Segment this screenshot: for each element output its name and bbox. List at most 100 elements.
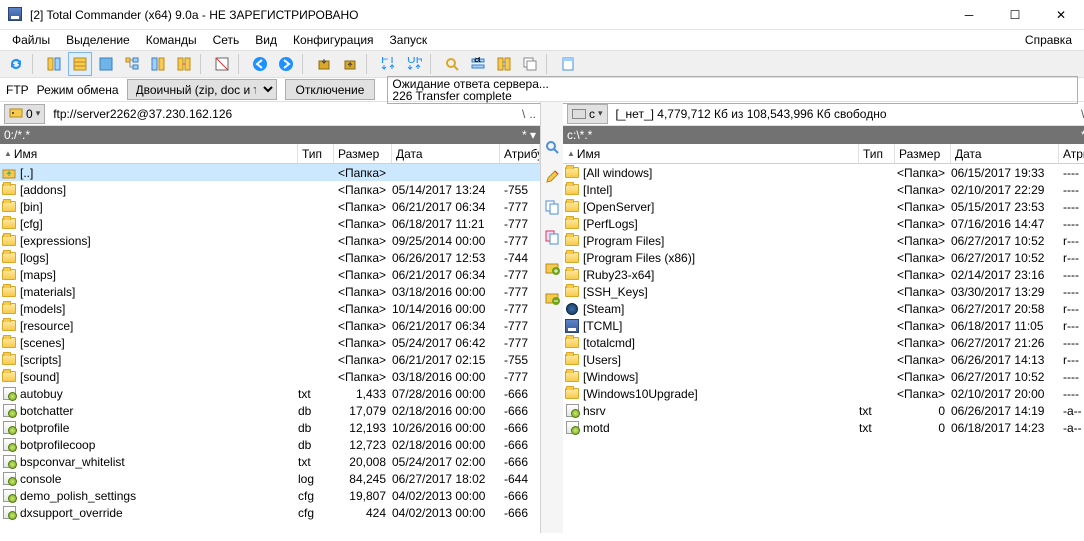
right-path-bar[interactable]: c:\*.* * ▾ (563, 126, 1084, 144)
table-row[interactable]: dxsupport_overridecfg42404/02/2013 00:00… (0, 504, 540, 521)
table-row[interactable]: [..]<Папка> (0, 164, 540, 181)
header-name[interactable]: Имя (563, 144, 859, 163)
svg-text:FTP: FTP (381, 57, 396, 66)
multirename-icon[interactable]: a (466, 52, 490, 76)
table-row[interactable]: [maps]<Папка>06/21/2017 06:34-777 (0, 266, 540, 283)
new-folder-icon[interactable] (541, 256, 563, 278)
table-row[interactable]: [scripts]<Папка>06/21/2017 02:15-755 (0, 351, 540, 368)
forward-icon[interactable] (274, 52, 298, 76)
table-row[interactable]: botprofilecoopdb12,72302/18/2016 00:00-6… (0, 436, 540, 453)
ftp-new-icon[interactable]: URL (402, 52, 426, 76)
table-row[interactable]: [TCML]<Папка>06/18/2017 11:05r--- (563, 317, 1084, 334)
tree-icon[interactable] (120, 52, 144, 76)
menu-выделение[interactable]: Выделение (58, 31, 138, 49)
unpack-icon[interactable] (338, 52, 362, 76)
transfer-mode-select[interactable]: Двоичный (zip, doc и т.д.) (127, 79, 277, 100)
table-row[interactable]: [cfg]<Папка>06/18/2017 11:21-777 (0, 215, 540, 232)
table-row[interactable]: [totalcmd]<Папка>06/27/2017 21:26---- (563, 334, 1084, 351)
view-file-icon[interactable] (541, 136, 563, 158)
table-row[interactable]: [scenes]<Папка>05/24/2017 06:42-777 (0, 334, 540, 351)
table-row[interactable]: [resource]<Папка>06/21/2017 06:34-777 (0, 317, 540, 334)
header-date[interactable]: Дата (951, 144, 1059, 163)
table-row[interactable]: bspconvar_whitelisttxt20,00805/24/2017 0… (0, 453, 540, 470)
table-row[interactable]: [Intel]<Папка>02/10/2017 22:29---- (563, 181, 1084, 198)
table-row[interactable]: [bin]<Папка>06/21/2017 06:34-777 (0, 198, 540, 215)
table-row[interactable]: [PerfLogs]<Папка>07/16/2016 14:47---- (563, 215, 1084, 232)
table-row[interactable]: botchatterdb17,07902/18/2016 00:00-666 (0, 402, 540, 419)
file-name: motd (581, 421, 859, 435)
invert-selection-icon[interactable] (210, 52, 234, 76)
menu-сеть[interactable]: Сеть (205, 31, 248, 49)
table-row[interactable]: [models]<Папка>10/14/2016 00:00-777 (0, 300, 540, 317)
table-row[interactable]: [addons]<Папка>05/14/2017 13:24-755 (0, 181, 540, 198)
table-row[interactable]: [materials]<Папка>03/18/2016 00:00-777 (0, 283, 540, 300)
menu-команды[interactable]: Команды (138, 31, 205, 49)
table-row[interactable]: botprofiledb12,19310/26/2016 00:00-666 (0, 419, 540, 436)
copy-names-icon[interactable] (518, 52, 542, 76)
header-size[interactable]: Размер (334, 144, 392, 163)
table-row[interactable]: [Ruby23-x64]<Папка>02/14/2017 23:16---- (563, 266, 1084, 283)
header-attr[interactable]: Атрибу (1059, 144, 1084, 163)
file-size: <Папка> (334, 302, 392, 316)
root-button[interactable]: \ (522, 107, 525, 121)
header-name[interactable]: Имя (0, 144, 298, 163)
table-row[interactable]: [sound]<Папка>03/18/2016 00:00-777 (0, 368, 540, 385)
table-row[interactable]: [Users]<Папка>06/26/2017 14:13r--- (563, 351, 1084, 368)
file-date: 06/21/2017 02:15 (392, 353, 500, 367)
table-row[interactable]: autobuytxt1,43307/28/2016 00:00-666 (0, 385, 540, 402)
view-thumbs-icon[interactable] (94, 52, 118, 76)
header-size[interactable]: Размер (895, 144, 951, 163)
left-address[interactable]: ftp://server2262@37.230.162.126 (49, 107, 518, 121)
table-row[interactable]: [Program Files]<Папка>06/27/2017 10:52r-… (563, 232, 1084, 249)
sync-dirs-icon[interactable] (492, 52, 516, 76)
table-row[interactable]: [logs]<Папка>06/26/2017 12:53-744 (0, 249, 540, 266)
move-file-icon[interactable] (541, 226, 563, 248)
edit-file-icon[interactable] (541, 166, 563, 188)
view-full-icon[interactable] (68, 52, 92, 76)
table-row[interactable]: [OpenServer]<Папка>05/15/2017 23:53---- (563, 198, 1084, 215)
header-date[interactable]: Дата (392, 144, 500, 163)
view-brief-icon[interactable] (42, 52, 66, 76)
right-drive-select[interactable]: c ▾ (567, 104, 608, 124)
left-file-list[interactable]: [..]<Папка>[addons]<Папка>05/14/2017 13:… (0, 164, 540, 533)
ftp-connect-icon[interactable]: FTP (376, 52, 400, 76)
search-icon[interactable] (440, 52, 464, 76)
swap-panels-icon[interactable] (146, 52, 170, 76)
target-equal-icon[interactable] (172, 52, 196, 76)
table-row[interactable]: consolelog84,24506/27/2017 18:02-644 (0, 470, 540, 487)
parent-button[interactable]: .. (529, 107, 536, 121)
back-icon[interactable] (248, 52, 272, 76)
left-drive-select[interactable]: 0 ▾ (4, 104, 45, 124)
refresh-icon[interactable] (4, 52, 28, 76)
menu-help[interactable]: Справка (1017, 31, 1080, 49)
close-button[interactable]: ✕ (1038, 0, 1084, 30)
table-row[interactable]: demo_polish_settingscfg19,80704/02/2013 … (0, 487, 540, 504)
maximize-button[interactable]: ☐ (992, 0, 1038, 30)
minimize-button[interactable]: ─ (946, 0, 992, 30)
menu-конфигурация[interactable]: Конфигурация (285, 31, 382, 49)
table-row[interactable]: hsrvtxt006/26/2017 14:19-a-- (563, 402, 1084, 419)
menu-запуск[interactable]: Запуск (382, 31, 436, 49)
copy-file-icon[interactable] (541, 196, 563, 218)
table-row[interactable]: [All windows]<Папка>06/15/2017 19:33---- (563, 164, 1084, 181)
menu-файлы[interactable]: Файлы (4, 31, 58, 49)
right-file-list[interactable]: [All windows]<Папка>06/15/2017 19:33----… (563, 164, 1084, 533)
table-row[interactable]: [SSH_Keys]<Папка>03/30/2017 13:29---- (563, 283, 1084, 300)
disconnect-button[interactable]: Отключение (285, 79, 376, 100)
table-row[interactable]: motdtxt006/18/2017 14:23-a-- (563, 419, 1084, 436)
pack-icon[interactable] (312, 52, 336, 76)
header-type[interactable]: Тип (859, 144, 895, 163)
table-row[interactable]: [expressions]<Папка>09/25/2014 00:00-777 (0, 232, 540, 249)
header-type[interactable]: Тип (298, 144, 334, 163)
table-row[interactable]: [Windows]<Папка>06/27/2017 10:52---- (563, 368, 1084, 385)
delete-file-icon[interactable] (541, 286, 563, 308)
menu-вид[interactable]: Вид (247, 31, 285, 49)
notepad-icon[interactable] (556, 52, 580, 76)
left-path-bar[interactable]: 0:/*.* * ▾ (0, 126, 540, 144)
file-type: cfg (298, 489, 334, 503)
table-row[interactable]: [Program Files (x86)]<Папка>06/27/2017 1… (563, 249, 1084, 266)
table-row[interactable]: [Windows10Upgrade]<Папка>02/10/2017 20:0… (563, 385, 1084, 402)
header-attr[interactable]: Атрибу (500, 144, 540, 163)
table-row[interactable]: [Steam]<Папка>06/27/2017 20:58r--- (563, 300, 1084, 317)
file-date: 06/18/2017 14:23 (951, 421, 1059, 435)
